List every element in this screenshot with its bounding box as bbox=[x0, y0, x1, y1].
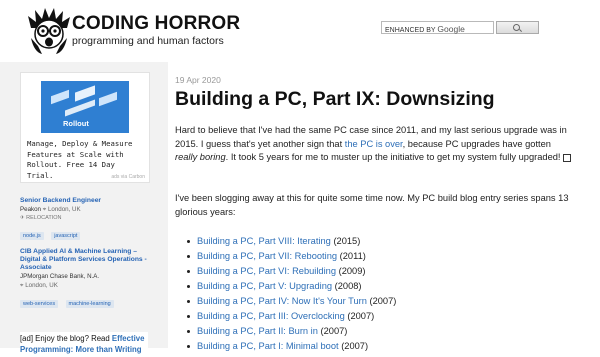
list-item: Building a PC, Part VI: Rebuilding (2009… bbox=[185, 264, 575, 279]
search-icon bbox=[513, 24, 520, 31]
series-year: (2007) bbox=[320, 326, 348, 336]
job-tag[interactable]: node.js bbox=[20, 232, 44, 240]
ad-via-link[interactable]: ads via Carbon bbox=[111, 174, 145, 180]
job-title[interactable]: CIB Applied AI & Machine Learning – Digi… bbox=[20, 248, 148, 272]
paragraph: Hard to believe that I've had the same P… bbox=[175, 124, 575, 165]
job-listings: Senior Backend Engineer Peakon ⌖ London,… bbox=[20, 197, 148, 316]
series-link[interactable]: Building a PC, Part V: Upgrading bbox=[197, 281, 332, 291]
list-item: Building a PC, Part II: Burn in (2007) bbox=[185, 324, 575, 339]
series-year: (2007) bbox=[369, 296, 397, 306]
job-tag[interactable]: javascript bbox=[51, 232, 81, 240]
list-item: Building a PC, Part V: Upgrading (2008) bbox=[185, 279, 575, 294]
promo-text: [ad] Enjoy the blog? Read bbox=[20, 334, 112, 343]
list-item: Building a PC, Part IV: Now It's Your Tu… bbox=[185, 294, 575, 309]
paragraph: I've been slogging away at this for quit… bbox=[175, 193, 569, 217]
job-item: Senior Backend Engineer Peakon ⌖ London,… bbox=[20, 197, 148, 242]
series-link[interactable]: Building a PC, Part IV: Now It's Your Tu… bbox=[197, 296, 367, 306]
job-tags: node.js javascript bbox=[20, 224, 148, 242]
paragraph-text: . It took 5 years for me to muster up th… bbox=[225, 152, 564, 162]
job-title[interactable]: Senior Backend Engineer bbox=[20, 197, 148, 205]
search-brand: Google bbox=[437, 24, 465, 34]
book-promo: [ad] Enjoy the blog? Read Effective Prog… bbox=[20, 332, 148, 357]
job-item: CIB Applied AI & Machine Learning – Digi… bbox=[20, 248, 148, 310]
search-button[interactable] bbox=[496, 21, 539, 34]
job-tag[interactable]: machine-learning bbox=[65, 300, 114, 308]
job-company: Peakon bbox=[20, 206, 41, 213]
location-icon: ⌖ bbox=[20, 282, 24, 289]
series-year: (2015) bbox=[333, 236, 361, 246]
box-glyph-icon bbox=[563, 153, 572, 162]
list-item: Building a PC, Part VII: Rebooting (2011… bbox=[185, 249, 575, 264]
ad-image-brand: Rollout bbox=[63, 119, 89, 128]
site-header: CODING HORROR programming and human fact… bbox=[0, 0, 600, 62]
job-tags: web-services machine-learning bbox=[20, 292, 148, 310]
series-link[interactable]: Building a PC, Part VIII: Iterating bbox=[197, 236, 331, 246]
series-list: Building a PC, Part VIII: Iterating (201… bbox=[185, 234, 575, 354]
job-location: London, UK bbox=[25, 282, 58, 289]
search-input[interactable]: ENHANCED BY Google bbox=[381, 21, 494, 34]
list-item: Building a PC, Part III: Overclocking (2… bbox=[185, 309, 575, 324]
post-date[interactable]: 19 Apr 2020 bbox=[175, 75, 221, 85]
series-link[interactable]: Building a PC, Part III: Overclocking bbox=[197, 311, 345, 321]
carbon-ad: Rollout Manage, Deploy & Measure Feature… bbox=[20, 72, 150, 183]
ad-image[interactable]: Rollout bbox=[41, 81, 129, 133]
list-item: Building a PC, Part VIII: Iterating (201… bbox=[185, 234, 575, 249]
post-title[interactable]: Building a PC, Part IX: Downsizing bbox=[175, 88, 495, 111]
pc-is-over-link[interactable]: the PC is over bbox=[345, 139, 403, 149]
series-year: (2009) bbox=[338, 266, 366, 276]
paragraph-text: , because PC upgrades have gotten bbox=[402, 138, 551, 149]
series-link[interactable]: Building a PC, Part VII: Rebooting bbox=[197, 251, 337, 261]
list-item: Building a PC, Part I: Minimal boot (200… bbox=[185, 339, 575, 354]
emphasis-text: really boring bbox=[175, 152, 226, 162]
series-year: (2011) bbox=[339, 251, 366, 261]
site-title[interactable]: CODING HORROR bbox=[72, 13, 240, 35]
search-brand-prefix: ENHANCED BY bbox=[385, 27, 436, 34]
series-year: (2007) bbox=[341, 341, 369, 351]
series-link[interactable]: Building a PC, Part II: Burn in bbox=[197, 326, 318, 336]
job-location: London, UK bbox=[47, 206, 81, 213]
site-tagline: programming and human factors bbox=[72, 35, 224, 47]
job-company: JPMorgan Chase Bank, N.A. bbox=[20, 273, 100, 280]
coding-horror-logo[interactable] bbox=[28, 8, 70, 56]
series-link[interactable]: Building a PC, Part I: Minimal boot bbox=[197, 341, 339, 351]
relocation-icon: ✈ bbox=[20, 215, 25, 221]
job-relocation: RELOCATION bbox=[26, 215, 62, 221]
location-icon: ⌖ bbox=[42, 206, 47, 213]
search-form: ENHANCED BY Google bbox=[381, 21, 539, 35]
series-year: (2007) bbox=[347, 311, 375, 321]
sidebar: Rollout Manage, Deploy & Measure Feature… bbox=[0, 62, 168, 357]
series-link[interactable]: Building a PC, Part VI: Rebuilding bbox=[197, 266, 336, 276]
job-tag[interactable]: web-services bbox=[20, 300, 59, 308]
series-year: (2008) bbox=[334, 281, 362, 291]
